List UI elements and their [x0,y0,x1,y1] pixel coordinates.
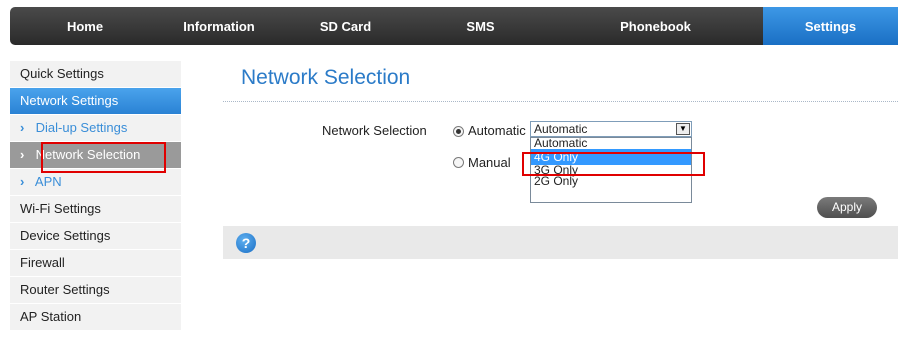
page-title: Network Selection [241,66,411,89]
highlight-box-option [522,152,705,176]
dropdown-arrow-icon[interactable]: ▼ [676,123,690,135]
radio-selected-dot [456,129,461,134]
sidebar-item-wifi-settings[interactable]: Wi-Fi Settings [10,196,181,223]
option-automatic[interactable]: Automatic [531,137,691,149]
title-divider [223,101,898,102]
nav-phonebook[interactable]: Phonebook [548,7,763,45]
sidebar-subitem-apn[interactable]: › APN [10,169,181,196]
nav-home[interactable]: Home [10,7,160,45]
sidebar-item-router-settings[interactable]: Router Settings [10,277,181,304]
sidebar-subitem-label: Dial-up Settings [35,120,128,135]
radio-automatic[interactable] [453,126,464,137]
network-selection-label: Network Selection [322,123,427,138]
help-bar: ? [223,226,898,259]
radio-automatic-label[interactable]: Automatic [468,123,526,138]
select-value: Automatic [534,122,588,136]
nav-information[interactable]: Information [160,7,278,45]
nav-sms[interactable]: SMS [413,7,548,45]
sidebar: Quick Settings Network Settings › Dial-u… [10,61,181,331]
chevron-right-icon: › [20,174,25,189]
nav-sd-card[interactable]: SD Card [278,7,413,45]
apply-button[interactable]: Apply [817,197,877,218]
option-2g-only[interactable]: 2G Only [531,175,691,187]
sidebar-item-network-settings[interactable]: Network Settings [10,88,181,115]
sidebar-item-ap-station[interactable]: AP Station [10,304,181,331]
network-mode-select[interactable]: Automatic ▼ [530,121,692,137]
chevron-right-icon: › [20,120,25,135]
radio-manual-label[interactable]: Manual [468,155,511,170]
highlight-box-sidebar [41,142,166,173]
sidebar-item-quick-settings[interactable]: Quick Settings [10,61,181,88]
sidebar-subitem-dialup-settings[interactable]: › Dial-up Settings [10,115,181,142]
help-icon[interactable]: ? [236,233,256,253]
sidebar-item-device-settings[interactable]: Device Settings [10,223,181,250]
sidebar-item-firewall[interactable]: Firewall [10,250,181,277]
top-navigation: Home Information SD Card SMS Phonebook S… [10,7,898,45]
sidebar-subitem-label: APN [34,174,62,189]
chevron-right-icon: › [20,147,25,162]
radio-manual[interactable] [453,157,464,168]
nav-settings[interactable]: Settings [763,7,898,45]
